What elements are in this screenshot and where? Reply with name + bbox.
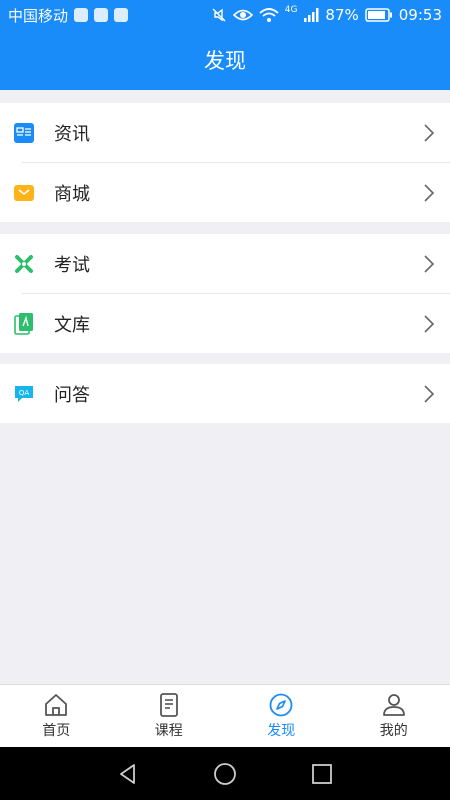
library-icon	[13, 312, 35, 335]
chevron-right-icon	[424, 314, 435, 333]
bottom-tab-bar: 首页 课程 发现 我的	[0, 684, 450, 747]
exam-icon	[13, 253, 35, 275]
notification-icon	[94, 8, 109, 22]
chevron-right-icon	[424, 123, 435, 142]
signal-icon	[304, 8, 319, 22]
menu-section: 资讯 商城	[0, 103, 450, 222]
menu-item-label: 问答	[54, 384, 90, 406]
menu-item-shop[interactable]: 商城	[0, 163, 450, 222]
home-button-icon[interactable]	[213, 762, 237, 786]
menu-item-label: 考试	[54, 254, 90, 276]
recents-icon[interactable]	[310, 762, 334, 786]
home-icon	[45, 694, 68, 716]
shop-icon	[13, 182, 35, 204]
network-type: 4G	[284, 5, 298, 15]
tab-course[interactable]: 课程	[113, 685, 226, 747]
image-notification-icon	[114, 8, 129, 22]
wifi-icon	[259, 8, 279, 22]
tab-mine[interactable]: 我的	[338, 685, 450, 747]
tab-label: 我的	[379, 723, 408, 739]
app-header: 发现	[0, 30, 450, 90]
tab-label: 首页	[42, 723, 71, 739]
battery-icon	[365, 8, 392, 22]
menu-item-label: 资讯	[54, 123, 90, 145]
user-icon	[382, 694, 405, 716]
menu-section: QA 问答	[0, 364, 450, 423]
clock: 09:53	[398, 6, 442, 24]
back-icon[interactable]	[116, 762, 140, 786]
menu-item-qa[interactable]: QA 问答	[0, 364, 450, 423]
status-bar: 中国移动 4G 87% 09:53	[0, 0, 450, 30]
menu-item-library[interactable]: 文库	[0, 294, 450, 353]
menu-item-label: 文库	[54, 314, 90, 336]
menu-item-label: 商城	[54, 183, 90, 205]
tab-label: 发现	[267, 723, 296, 739]
chevron-right-icon	[424, 183, 435, 202]
chevron-right-icon	[424, 384, 435, 403]
page-title: 发现	[204, 49, 246, 73]
menu-item-exam[interactable]: 考试	[0, 234, 450, 293]
tab-home[interactable]: 首页	[0, 685, 113, 747]
eye-icon	[232, 9, 253, 21]
news-icon	[13, 122, 35, 144]
chevron-right-icon	[424, 254, 435, 273]
carrier-name: 中国移动	[8, 6, 69, 25]
tab-discover[interactable]: 发现	[225, 685, 338, 747]
menu-item-news[interactable]: 资讯	[0, 103, 450, 162]
system-navigation-bar	[0, 747, 450, 800]
svg-text:QA: QA	[19, 389, 30, 397]
battery-percent: 87%	[325, 6, 359, 24]
menu-section: 考试 文库	[0, 234, 450, 353]
notification-icon	[74, 8, 89, 22]
mute-icon	[212, 8, 226, 22]
course-icon	[159, 693, 178, 717]
tab-label: 课程	[154, 723, 183, 739]
qa-icon: QA	[13, 383, 35, 405]
compass-icon	[269, 693, 293, 717]
